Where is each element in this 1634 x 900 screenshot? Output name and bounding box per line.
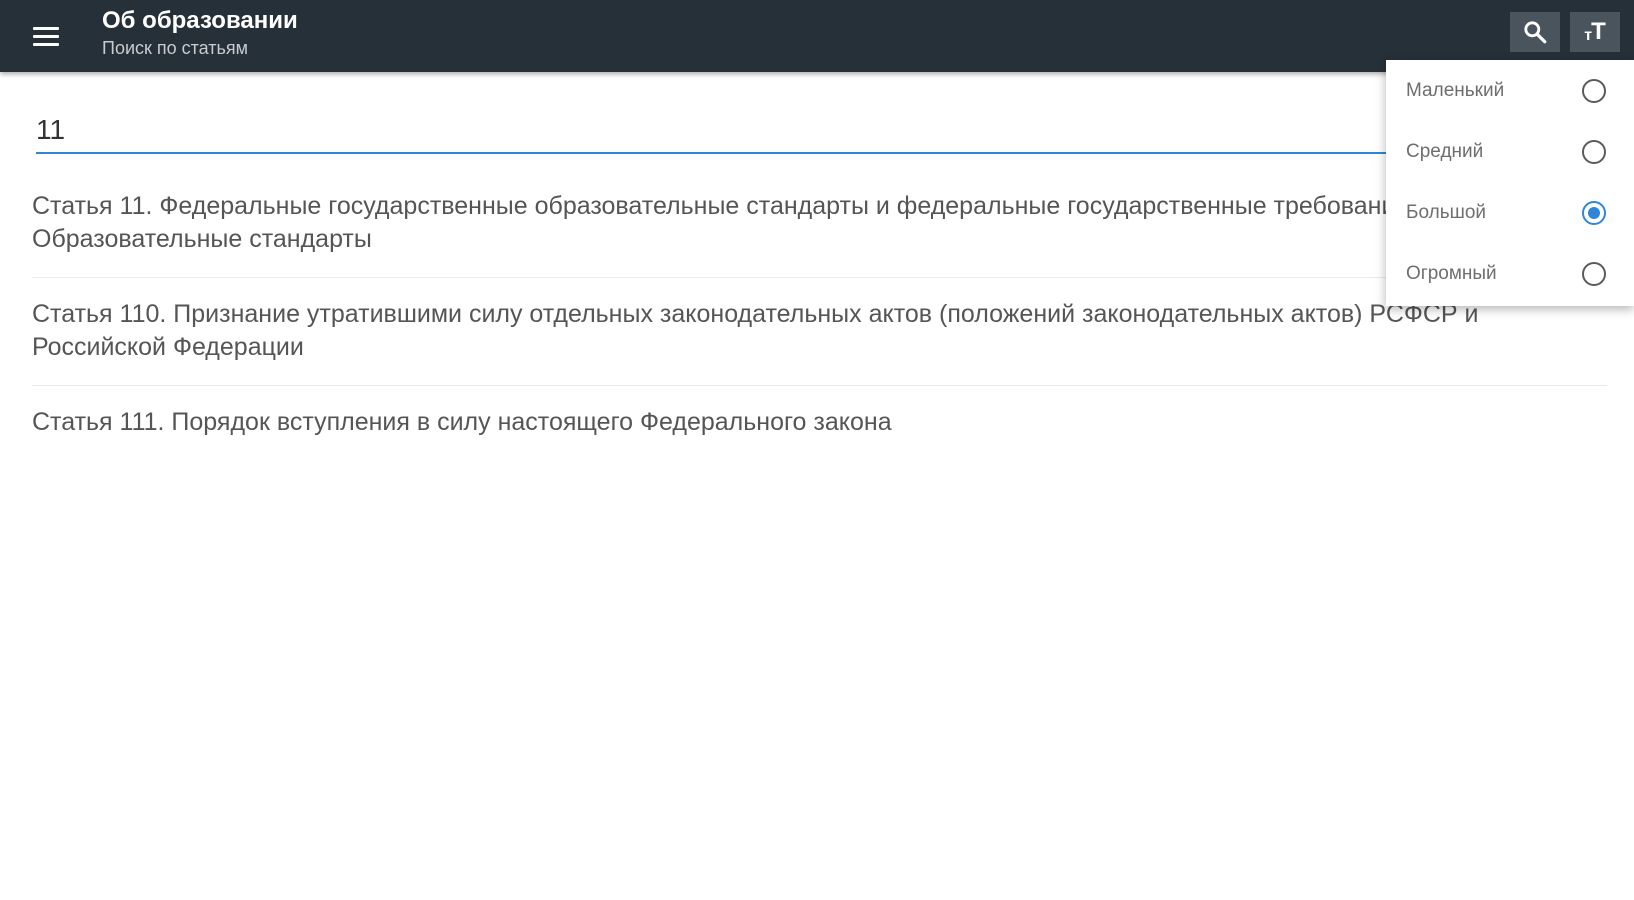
font-size-option-label: Огромный	[1406, 262, 1497, 284]
app-subtitle: Поиск по статьям	[102, 38, 249, 58]
result-item[interactable]: Статья 110. Признание утратившими силу о…	[32, 298, 1607, 386]
app-title: Об образовании	[102, 7, 298, 34]
font-size-button[interactable]: т Т	[1570, 12, 1620, 52]
font-size-option-label: Средний	[1406, 140, 1484, 162]
font-size-popup-menu: Маленький Средний Большой Огромный	[1386, 60, 1634, 306]
text-size-glyph-big: Т	[1591, 18, 1606, 45]
search-button[interactable]	[1510, 12, 1560, 52]
radio-unchecked-icon[interactable]	[1582, 261, 1606, 286]
toolbar-titles: Об образовании Поиск по статьям	[102, 6, 298, 60]
font-size-option-small[interactable]: Маленький	[1386, 60, 1634, 121]
text-size-icon: т Т	[1584, 20, 1606, 44]
hamburger-menu-icon[interactable]	[26, 18, 66, 54]
result-item[interactable]: Статья 11. Федеральные государственные о…	[32, 190, 1607, 278]
app-window: Об образовании Поиск по статьям т Т Стат…	[0, 0, 1634, 900]
font-size-option-label: Маленький	[1406, 79, 1505, 101]
search-area	[36, 110, 1596, 154]
radio-unchecked-icon[interactable]	[1582, 139, 1606, 164]
menu-bar	[33, 26, 59, 30]
font-size-option-medium[interactable]: Средний	[1386, 121, 1634, 182]
font-size-option-huge[interactable]: Огромный	[1386, 243, 1634, 304]
results-list: Статья 11. Федеральные государственные о…	[32, 190, 1607, 480]
radio-checked-icon[interactable]	[1582, 200, 1606, 225]
radio-unchecked-icon[interactable]	[1582, 78, 1606, 103]
search-icon	[1524, 21, 1547, 44]
menu-bar	[33, 42, 59, 46]
search-input[interactable]	[36, 110, 1596, 154]
menu-bar	[33, 34, 59, 38]
result-item[interactable]: Статья 111. Порядок вступления в силу на…	[32, 406, 1607, 460]
font-size-option-label: Большой	[1406, 201, 1487, 223]
font-size-option-large[interactable]: Большой	[1386, 182, 1634, 243]
